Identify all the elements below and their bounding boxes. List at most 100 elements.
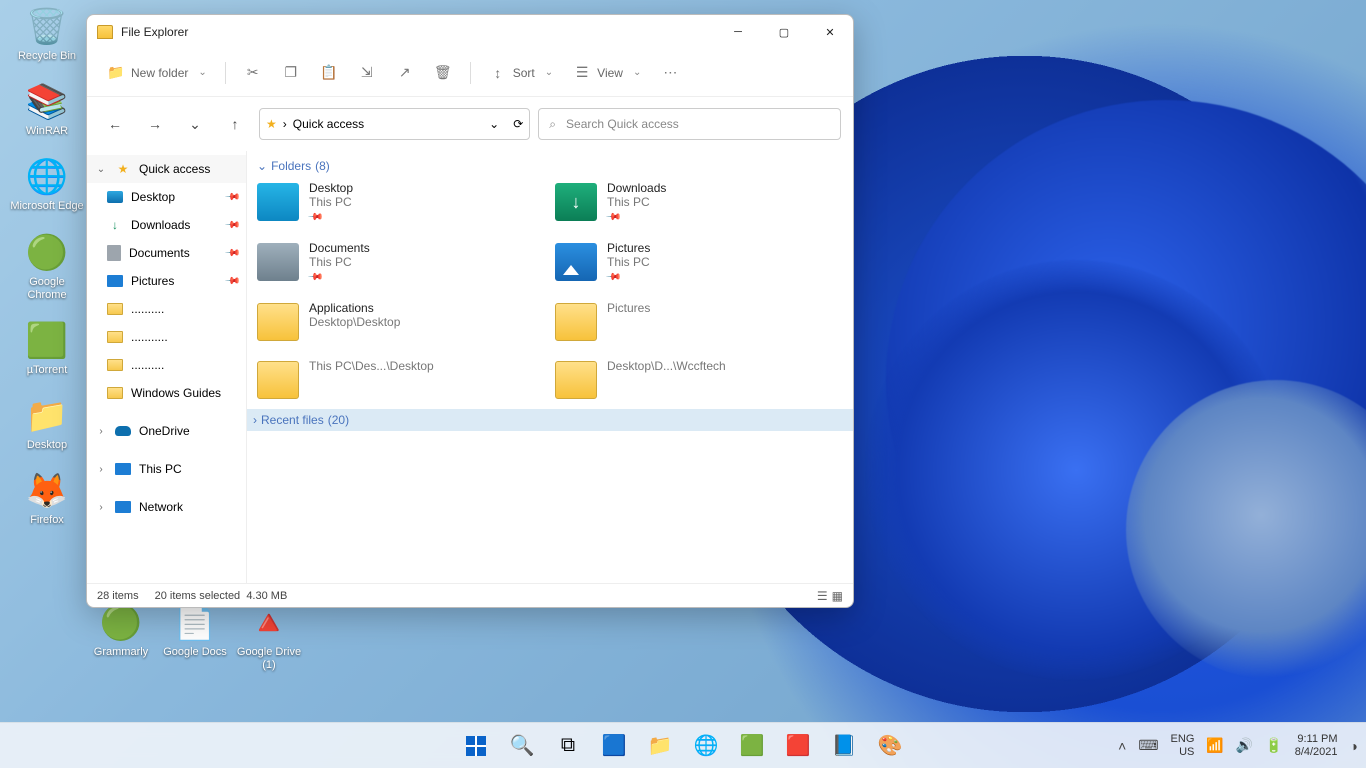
pc-icon [115, 463, 131, 475]
folder-icon [107, 359, 123, 371]
share-button[interactable]: ↗ [388, 57, 422, 89]
recent-label: Recent files [261, 413, 324, 427]
cut-button[interactable]: ✂ [236, 57, 270, 89]
taskbar-spotify[interactable]: 🟩 [732, 726, 772, 766]
breadcrumb-location[interactable]: Quick access [293, 117, 364, 131]
pin-icon: 📌 [307, 269, 324, 286]
titlebar[interactable]: File Explorer ─ ▢ ✕ [87, 15, 853, 49]
maximize-button[interactable]: ▢ [761, 16, 807, 48]
folder-location: Pictures [607, 301, 650, 315]
chevron-right-icon[interactable]: › [95, 464, 107, 475]
refresh-button[interactable]: ⟳ [513, 117, 523, 131]
view-icon: ☰ [573, 64, 591, 82]
delete-button[interactable]: 🗑 [426, 57, 460, 89]
folder-item[interactable]: This PC\Des...\Desktop [257, 359, 545, 399]
widgets-button[interactable]: 🟦 [594, 726, 634, 766]
tiles-view-button[interactable]: ▦ [832, 589, 843, 603]
desktop-icon-desktop[interactable]: 📁Desktop [10, 395, 84, 452]
folder-item[interactable]: Pictures [555, 301, 843, 341]
taskbar-word[interactable]: 📘 [824, 726, 864, 766]
content-pane: ⌄ Folders (8) DesktopThis PC📌DownloadsTh… [247, 151, 853, 583]
sidebar-this-pc[interactable]: ›This PC [87, 455, 246, 483]
volume-icon[interactable]: 🔊 [1236, 737, 1253, 754]
taskbar-paint[interactable]: 🎨 [870, 726, 910, 766]
sidebar-item-pictures[interactable]: Pictures📌 [87, 267, 246, 295]
chevron-right-icon[interactable]: › [95, 426, 107, 437]
desktop-icon-google-docs[interactable]: 📄Google Docs [158, 602, 232, 672]
tray-overflow-button[interactable]: ˄ [1118, 738, 1126, 754]
sidebar-quick-access[interactable]: ⌄ ★ Quick access [87, 155, 246, 183]
desktop-icon-recycle-bin[interactable]: 🗑️Recycle Bin [10, 6, 84, 63]
back-button[interactable]: ← [99, 108, 131, 140]
folder-item[interactable]: ApplicationsDesktop\Desktop [257, 301, 545, 341]
sidebar-item-folder[interactable]: .......... [87, 295, 246, 323]
start-button[interactable] [456, 726, 496, 766]
toolbar: 📁 New folder ✂ ❐ 📋 ⇲ ↗ 🗑 ↕ Sort ☰ View ⋯ [87, 49, 853, 97]
folder-item[interactable]: Desktop\D...\Wccftech [555, 359, 843, 399]
desktop-icon-google-drive[interactable]: 🔺Google Drive (1) [232, 602, 306, 672]
paste-button[interactable]: 📋 [312, 57, 346, 89]
tray-keyboard-icon[interactable]: ⌨ [1138, 737, 1158, 754]
taskbar-search-button[interactable]: 🔍 [502, 726, 542, 766]
desktop-icon-chrome[interactable]: 🟢Google Chrome [10, 232, 84, 302]
folder-location: This PC\Des...\Desktop [309, 359, 434, 373]
desktop-icon-firefox[interactable]: 🦊Firefox [10, 470, 84, 527]
desktop-icon-grammarly[interactable]: 🟢Grammarly [84, 602, 158, 672]
sidebar-item-downloads[interactable]: ↓Downloads📌 [87, 211, 246, 239]
desktop-icon-utorrent[interactable]: 🟩µTorrent [10, 320, 84, 377]
sidebar-item-folder[interactable]: Windows Guides [87, 379, 246, 407]
delete-icon: 🗑 [434, 64, 452, 82]
view-button[interactable]: ☰ View [565, 57, 649, 89]
chevron-right-icon[interactable]: › [95, 502, 107, 513]
more-button[interactable]: ⋯ [653, 57, 687, 89]
new-folder-button[interactable]: 📁 New folder [99, 57, 215, 89]
address-bar[interactable]: ★ › Quick access ⌄ ⟳ [259, 108, 530, 140]
taskbar-file-explorer[interactable]: 📁 [640, 726, 680, 766]
rename-button[interactable]: ⇲ [350, 57, 384, 89]
language-indicator[interactable]: ENGUS [1171, 733, 1195, 758]
sidebar-item-desktop[interactable]: Desktop📌 [87, 183, 246, 211]
search-box[interactable]: ⌕ Search Quick access [538, 108, 841, 140]
status-total: 28 items [97, 590, 139, 602]
details-view-button[interactable]: ☰ [817, 589, 828, 603]
folder-icon [107, 331, 123, 343]
system-tray: ˄ ⌨ ENGUS 📶 🔊 🔋 9:11 PM8/4/2021 ◑ [1118, 733, 1358, 758]
up-button[interactable]: ↑ [219, 108, 251, 140]
taskbar-chrome[interactable]: 🌐 [686, 726, 726, 766]
task-view-button[interactable]: ⧉ [548, 726, 588, 766]
sidebar-item-folder[interactable]: ........... [87, 323, 246, 351]
desktop-icon-winrar[interactable]: 📚WinRAR [10, 81, 84, 138]
wifi-icon[interactable]: 📶 [1206, 737, 1223, 754]
recent-locations-button[interactable]: ⌄ [179, 108, 211, 140]
minimize-button[interactable]: ─ [715, 16, 761, 48]
copy-button[interactable]: ❐ [274, 57, 308, 89]
chevron-down-icon[interactable]: ⌄ [95, 164, 107, 175]
star-icon: ★ [115, 161, 131, 177]
desktop-icon-edge[interactable]: 🌐Microsoft Edge [10, 156, 84, 213]
sidebar-item-documents[interactable]: Documents📌 [87, 239, 246, 267]
folder-item[interactable]: PicturesThis PC📌 [555, 241, 843, 283]
section-folders-header[interactable]: ⌄ Folders (8) [257, 159, 843, 173]
battery-icon[interactable]: 🔋 [1265, 737, 1282, 754]
sort-button[interactable]: ↕ Sort [481, 57, 561, 89]
taskbar: 🔍 ⧉ 🟦 📁 🌐 🟩 🟥 📘 🎨 ˄ ⌨ ENGUS 📶 🔊 🔋 9:11 P… [0, 722, 1366, 768]
share-icon: ↗ [396, 64, 414, 82]
paste-icon: 📋 [320, 64, 338, 82]
clock[interactable]: 9:11 PM8/4/2021 [1295, 733, 1338, 758]
sidebar-network[interactable]: ›Network [87, 493, 246, 521]
folder-item[interactable]: DownloadsThis PC📌 [555, 181, 843, 223]
taskbar-netflix[interactable]: 🟥 [778, 726, 818, 766]
more-icon: ⋯ [661, 64, 679, 82]
folder-item[interactable]: DesktopThis PC📌 [257, 181, 545, 223]
folder-item[interactable]: DocumentsThis PC📌 [257, 241, 545, 283]
pin-icon: 📌 [223, 273, 240, 290]
status-bar: 28 items 20 items selected 4.30 MB ☰ ▦ [87, 583, 853, 607]
notifications-button[interactable]: ◑ [1350, 738, 1358, 754]
address-dropdown-icon[interactable]: ⌄ [489, 117, 499, 131]
sidebar-onedrive[interactable]: ›OneDrive [87, 417, 246, 445]
section-recent-header[interactable]: › Recent files (20) [247, 409, 853, 431]
folder-icon [257, 303, 299, 341]
sidebar-item-folder[interactable]: .......... [87, 351, 246, 379]
close-button[interactable]: ✕ [807, 16, 853, 48]
forward-button[interactable]: → [139, 108, 171, 140]
